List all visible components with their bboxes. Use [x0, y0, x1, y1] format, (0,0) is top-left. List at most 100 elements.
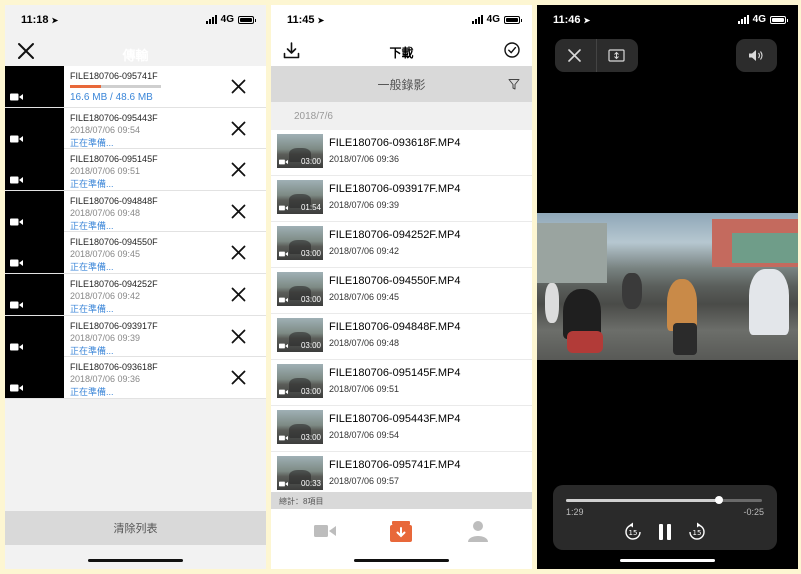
remaining-time: -0:25 — [743, 507, 764, 517]
file-date: 2018/07/06 09:48 — [70, 207, 141, 218]
page-title: 傳輸 — [122, 48, 149, 63]
video-list: 03:00 FILE180706-093618F.MP4 2018/07/06 … — [271, 130, 532, 498]
list-item[interactable]: 03:00 FILE180706-095145F.MP4 2018/07/06 … — [271, 360, 532, 406]
close-icon[interactable] — [231, 245, 246, 260]
speaker-icon[interactable] — [748, 49, 765, 62]
close-icon[interactable] — [231, 204, 246, 219]
list-item[interactable]: FILE180706-093917F 2018/07/06 09:39 正在準備… — [5, 315, 266, 358]
video-camera-icon — [10, 301, 23, 309]
skip-forward-icon[interactable]: 15 — [687, 522, 707, 542]
list-item[interactable]: 03:00 FILE180706-094550F.MP4 2018/07/06 … — [271, 268, 532, 314]
close-icon[interactable] — [231, 329, 246, 344]
file-name: FILE180706-095443F.MP4 — [329, 413, 461, 425]
battery-icon — [770, 15, 788, 24]
file-name: FILE180706-093618F — [70, 362, 158, 373]
total-count: 總計：8項目 — [271, 492, 532, 509]
video-thumbnail — [5, 149, 64, 191]
elapsed-time: 1:29 — [566, 507, 584, 517]
video-duration: 03:00 — [300, 157, 321, 166]
video-duration: 03:00 — [300, 249, 321, 258]
video-thumbnail: 03:00 — [277, 272, 323, 306]
tab-bar — [271, 509, 532, 554]
file-name: FILE180706-094848F — [70, 195, 158, 206]
file-date: 2018/07/06 09:39 — [70, 332, 141, 343]
video-camera-icon — [10, 259, 23, 267]
file-date: 2018/07/06 09:36 — [70, 374, 141, 385]
list-item[interactable]: 01:54 FILE180706-093917F.MP4 2018/07/06 … — [271, 176, 532, 222]
file-date: 2018/07/06 09:45 — [70, 249, 141, 260]
video-duration: 01:54 — [300, 203, 321, 212]
skip-back-seconds: 15 — [629, 529, 638, 537]
video-camera-icon — [10, 93, 23, 101]
pause-icon[interactable] — [657, 522, 673, 542]
seek-knob[interactable] — [714, 496, 723, 504]
list-item[interactable]: 03:00 FILE180706-093618F.MP4 2018/07/06 … — [271, 130, 532, 176]
clear-list-button[interactable]: 清除列表 — [5, 511, 266, 545]
file-date: 2018/07/06 09:54 — [329, 430, 400, 440]
list-item[interactable]: 03:00 FILE180706-095443F.MP4 2018/07/06 … — [271, 406, 532, 452]
video-thumbnail — [5, 357, 64, 399]
list-item[interactable]: FILE180706-094252F 2018/07/06 09:42 正在準備… — [5, 273, 266, 316]
page-title: 下載 — [389, 46, 414, 60]
list-item[interactable]: 03:00 FILE180706-094252F.MP4 2018/07/06 … — [271, 222, 532, 268]
file-status: 正在準備... — [70, 387, 114, 398]
close-icon[interactable] — [231, 287, 246, 302]
download-size: 16.6 MB / 48.6 MB — [70, 92, 153, 103]
file-date: 2018/07/06 09:54 — [70, 124, 141, 135]
select-check-icon[interactable] — [504, 42, 520, 58]
download-box-icon[interactable] — [389, 519, 413, 543]
file-name: FILE180706-094848F.MP4 — [329, 321, 461, 333]
video-camera-icon[interactable] — [313, 519, 337, 543]
transfer-list: FILE180706-095741F 16.6 MB / 48.6 MB FIL… — [5, 66, 266, 399]
video-thumbnail: 03:00 — [277, 318, 323, 352]
video-duration: 03:00 — [300, 295, 321, 304]
video-duration: 03:00 — [300, 433, 321, 442]
video-duration: 00:33 — [300, 479, 321, 488]
close-icon[interactable] — [568, 49, 581, 62]
network-label: 4G — [752, 14, 766, 25]
close-icon[interactable] — [231, 370, 246, 385]
file-name: FILE180706-094252F — [70, 278, 158, 289]
status-time: 11:18 — [21, 14, 49, 26]
filter-icon[interactable] — [508, 78, 520, 90]
category-selector[interactable]: 一般錄影 — [271, 66, 532, 102]
file-name: FILE180706-094550F.MP4 — [329, 275, 461, 287]
download-progress-bar — [70, 85, 161, 88]
video-camera-icon — [279, 481, 288, 487]
file-date: 2018/07/06 09:51 — [70, 166, 141, 177]
location-arrow-icon: ➤ — [51, 16, 59, 25]
status-bar: 11:18 ➤ 4G — [5, 5, 266, 35]
list-item[interactable]: FILE180706-094848F 2018/07/06 09:48 正在準備… — [5, 190, 266, 233]
close-icon[interactable] — [231, 162, 246, 177]
file-name: FILE180706-095145F — [70, 154, 158, 165]
video-frame[interactable] — [537, 213, 798, 360]
list-item[interactable]: FILE180706-093618F 2018/07/06 09:36 正在準備… — [5, 357, 266, 399]
skip-back-icon[interactable]: 15 — [623, 522, 643, 542]
video-camera-icon — [10, 343, 23, 351]
list-item[interactable]: FILE180706-095145F 2018/07/06 09:51 正在準備… — [5, 149, 266, 191]
video-camera-icon — [279, 343, 288, 349]
video-thumbnail — [5, 190, 64, 232]
list-item[interactable]: 03:00 FILE180706-094848F.MP4 2018/07/06 … — [271, 314, 532, 360]
list-item[interactable]: FILE180706-094550F 2018/07/06 09:45 正在準備… — [5, 232, 266, 274]
person-icon[interactable] — [466, 519, 490, 543]
video-duration: 03:00 — [300, 387, 321, 396]
file-date: 2018/07/06 09:36 — [329, 154, 400, 164]
list-item[interactable]: FILE180706-095443F 2018/07/06 09:54 正在準備… — [5, 107, 266, 150]
video-camera-icon — [279, 297, 288, 303]
video-player-screen: 11:46 ➤ 4G 1:29 -0:25 15 15 — [537, 5, 798, 569]
close-icon[interactable] — [231, 121, 246, 136]
battery-icon — [504, 15, 522, 24]
video-camera-icon — [279, 205, 288, 211]
home-indicator[interactable] — [354, 559, 449, 562]
video-camera-icon — [10, 218, 23, 226]
seek-bar[interactable] — [566, 496, 762, 504]
video-thumbnail — [5, 107, 64, 149]
video-camera-icon — [279, 159, 288, 165]
aspect-ratio-icon[interactable] — [608, 49, 625, 62]
status-bar: 11:46 ➤ 4G — [537, 5, 798, 35]
close-icon[interactable] — [231, 79, 246, 94]
home-indicator[interactable] — [620, 559, 715, 562]
list-item[interactable]: FILE180706-095741F 16.6 MB / 48.6 MB — [5, 66, 266, 108]
home-indicator[interactable] — [88, 559, 183, 562]
